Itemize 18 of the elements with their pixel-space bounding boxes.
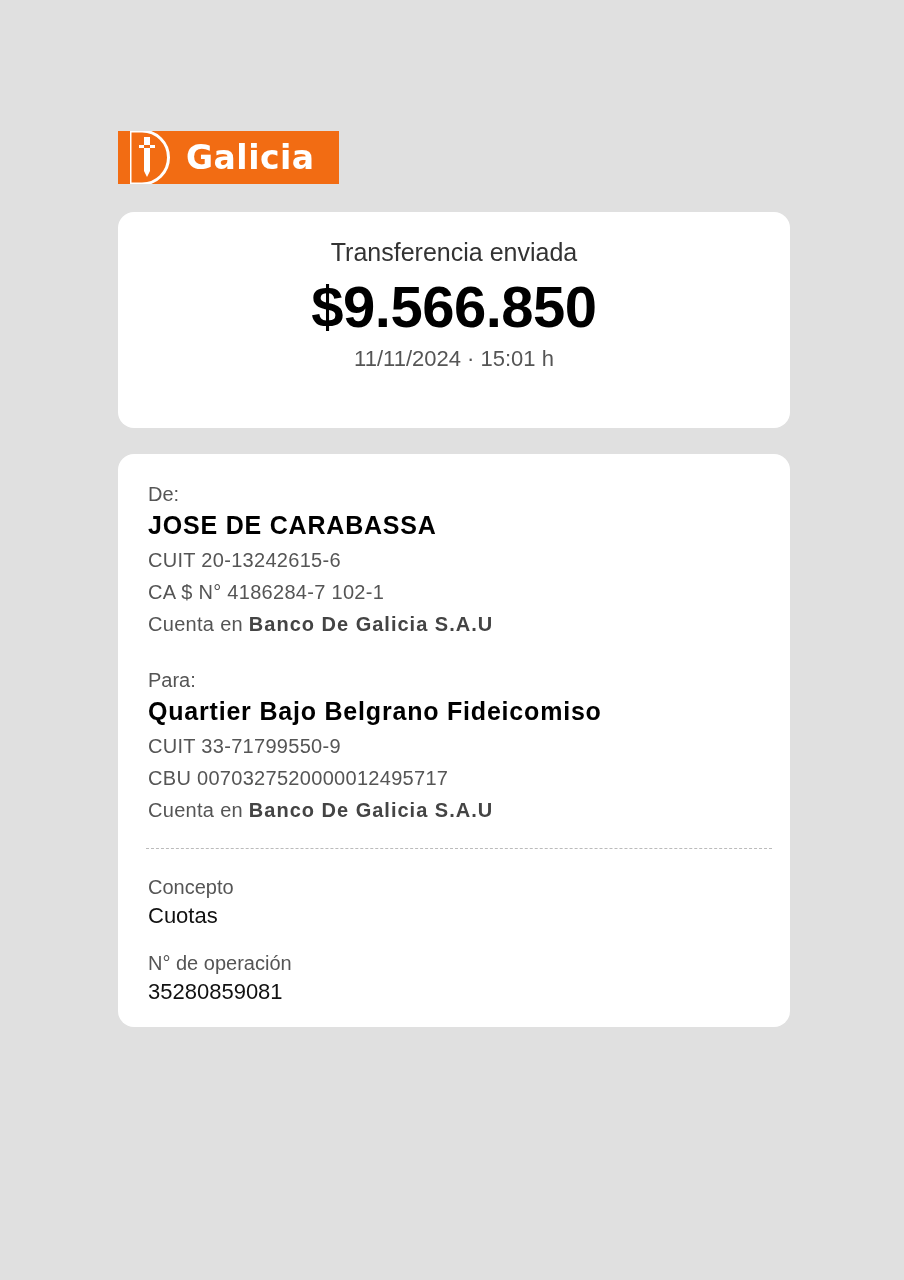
party-name: JOSE DE CARABASSA <box>148 510 438 540</box>
logo-text: Galicia <box>186 138 315 177</box>
party-detail: Cuenta en Banco De Galicia S.A.U <box>148 798 495 823</box>
party-label: Para: <box>148 668 197 692</box>
party-detail: CA $ N° 4186284-7 102-1 <box>148 580 386 605</box>
party-label: De: <box>148 482 181 506</box>
detail-label: N° de operación <box>148 951 293 975</box>
party-detail: CUIT 20-13242615-6 <box>148 548 342 573</box>
transfer-title: Transferencia enviada <box>330 238 578 267</box>
transfer-amount: $9.566.850 <box>311 273 597 340</box>
detail-label: Concepto <box>148 875 235 899</box>
party-detail: Cuenta en Banco De Galicia S.A.U <box>148 612 495 637</box>
detail-value: Cuotas <box>148 902 219 930</box>
transfer-datetime: 11/11/2024 · 15:01 h <box>354 346 554 372</box>
party-detail: CBU 0070327520000012495717 <box>148 766 450 791</box>
detail-value: 35280859081 <box>148 978 284 1006</box>
party-detail: CUIT 33-71799550-9 <box>148 734 342 759</box>
party-name: Quartier Bajo Belgrano Fideicomiso <box>148 696 603 726</box>
